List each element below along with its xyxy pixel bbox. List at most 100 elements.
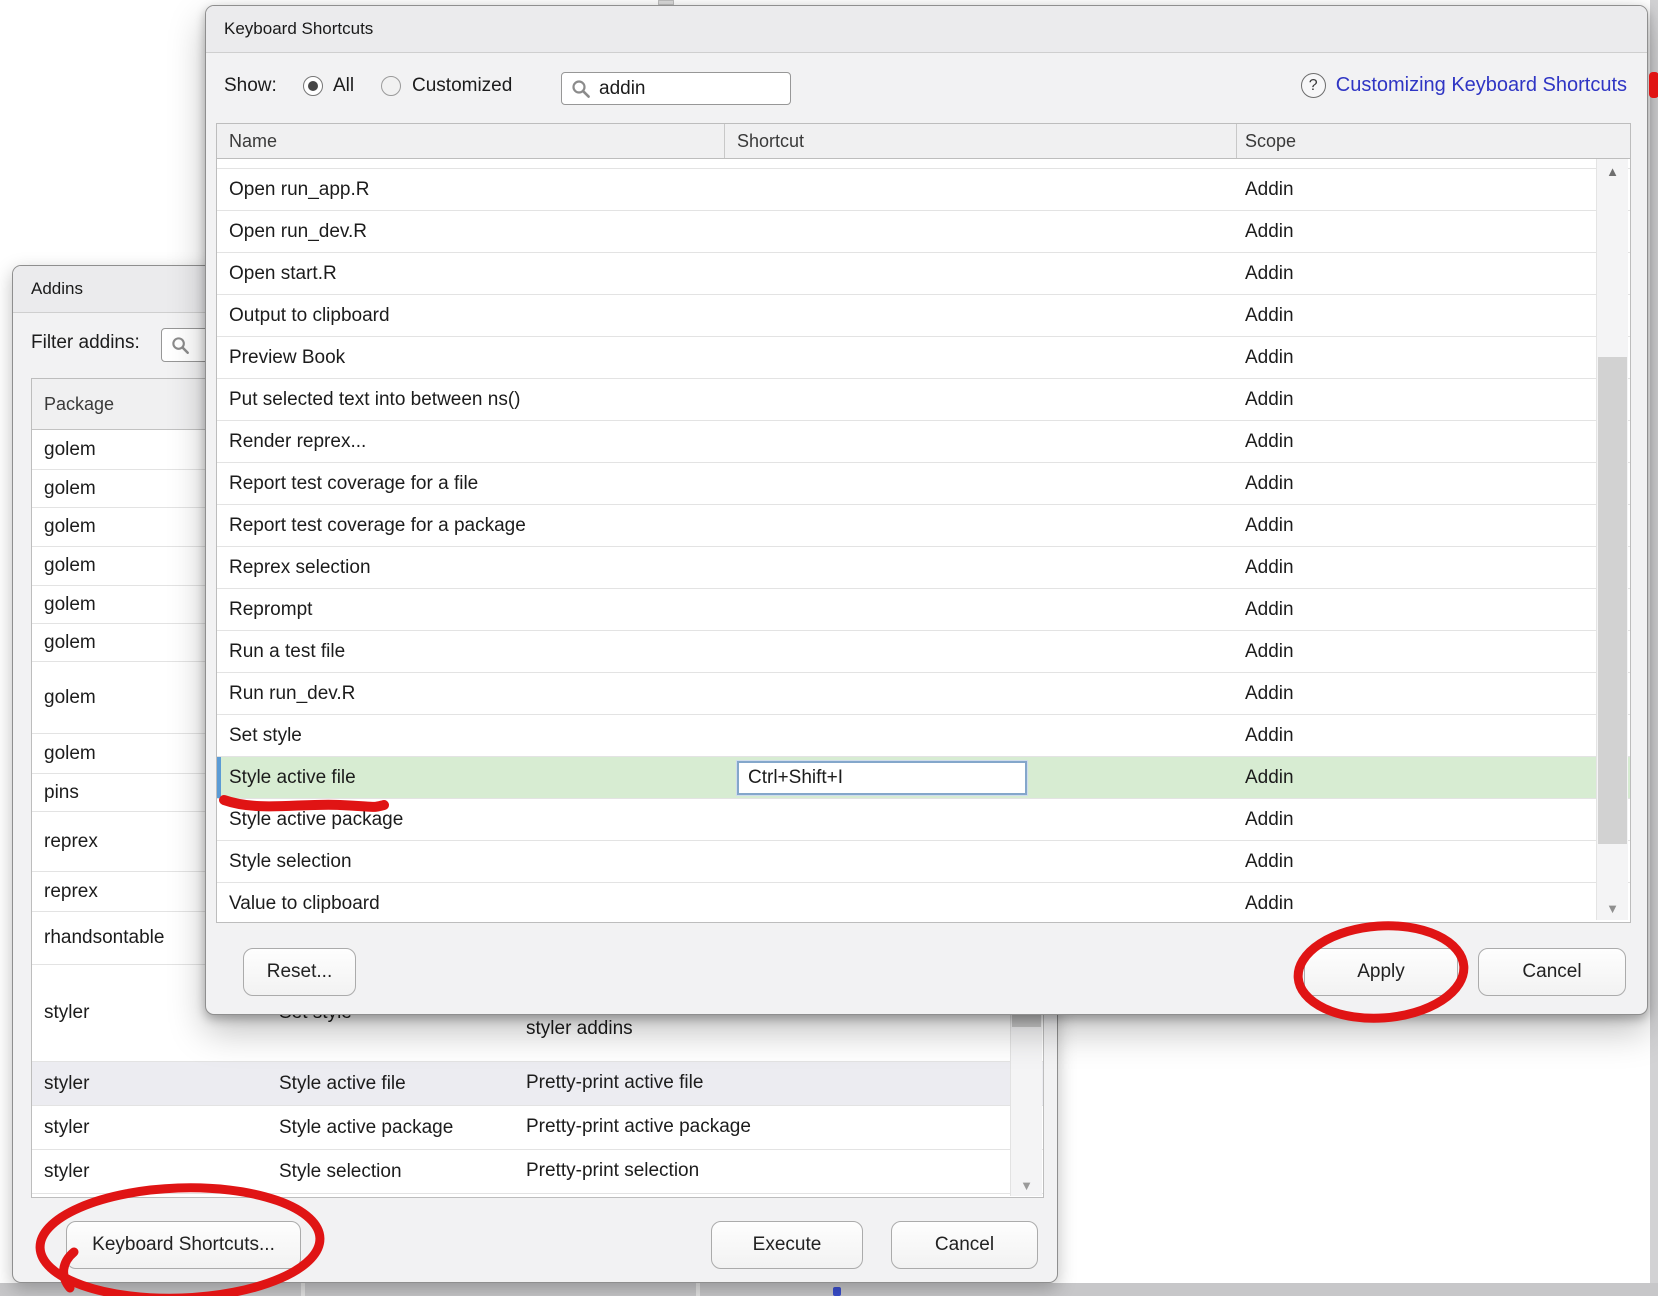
shortcuts-cancel-button-label: Cancel [1522,961,1581,983]
shortcut-row[interactable]: Preview Book Addin [217,337,1630,379]
shortcut-row-name: Style active package [217,809,725,831]
shortcut-row-scope: Addin [1237,725,1630,747]
shortcut-row-scope: Addin [1237,305,1630,327]
radio-show-customized[interactable] [381,76,401,96]
customizing-shortcuts-link[interactable]: Customizing Keyboard Shortcuts [1336,74,1627,97]
shortcut-row-scope: Addin [1237,557,1630,579]
shortcut-row[interactable]: Render reprex...Addin [217,421,1630,463]
shortcut-row[interactable]: Run run_dev.RAddin [217,673,1630,715]
addin-row-name: Style active file [267,1062,496,1105]
shortcut-row-name: Style active file [217,767,725,789]
shortcut-row[interactable]: Reprex selection Addin [217,547,1630,589]
name-column-header[interactable]: Name [217,124,725,158]
shortcut-row-name: Open run_dev.R [217,221,725,243]
shortcut-row-scope: Addin [1237,599,1630,621]
shortcut-row-name: Report test coverage for a file [217,473,725,495]
apply-button[interactable]: Apply [1304,948,1458,996]
shortcut-edit-input[interactable]: Ctrl+Shift+I [737,761,1027,795]
shortcut-row-scope: Addin [1237,389,1630,411]
background-divider [301,1283,305,1296]
shortcut-row[interactable]: Open run_dev.RAddin [217,211,1630,253]
show-label: Show: [224,75,277,97]
shortcut-row[interactable]: Run a test file Addin [217,631,1630,673]
shortcut-row-name: Put selected text into between ns() [217,389,725,411]
scroll-up-icon[interactable]: ▲ [1597,164,1628,179]
addins-cancel-button-label: Cancel [935,1234,994,1256]
addin-row-description: Pretty-print active package [496,1106,1043,1149]
shortcuts-cancel-button[interactable]: Cancel [1478,948,1626,996]
shortcut-row-scope: Addin [1237,641,1630,663]
shortcut-row[interactable]: Value to clipboard Addin [217,883,1630,923]
shortcut-row[interactable]: Set style Addin [217,715,1630,757]
reset-button[interactable]: Reset... [243,948,356,996]
reset-button-label: Reset... [267,961,332,983]
keyboard-shortcuts-button-label: Keyboard Shortcuts... [92,1234,275,1256]
background-blue-fragment [833,1287,841,1296]
shortcuts-dialog-titlebar[interactable]: Keyboard Shortcuts [206,6,1647,53]
addin-row[interactable]: stylerStyle active filePretty-print acti… [32,1062,1043,1106]
shortcut-row-name: Reprompt [217,599,725,621]
shortcut-row-scope: Addin [1237,347,1630,369]
shortcut-row[interactable]: Output to clipboardAddin [217,295,1630,337]
keyboard-shortcuts-dialog: Keyboard Shortcuts Show: All Customized … [205,5,1648,1015]
partially-scrolled-row [217,159,1630,169]
radio-show-all-label[interactable]: All [333,75,354,97]
shortcut-column-header[interactable]: Shortcut [725,124,1237,158]
addin-row[interactable]: stylerStyle active packagePretty-print a… [32,1106,1043,1150]
background-window-bottom [0,1283,1658,1296]
shortcut-row[interactable]: Report test coverage for a file Addin [217,463,1630,505]
shortcut-row-scope: Addin [1237,893,1630,915]
shortcut-row-scope: Addin [1237,473,1630,495]
scroll-down-icon[interactable]: ▼ [1597,901,1628,916]
shortcuts-table-body: Open run_app.RAddinOpen run_dev.RAddinOp… [217,169,1630,923]
addin-row-package: styler [32,1062,267,1105]
shortcut-row[interactable]: Style active package Addin [217,799,1630,841]
shortcut-row[interactable]: Style active fileCtrl+Shift+IAddin [217,757,1630,799]
keyboard-shortcuts-button[interactable]: Keyboard Shortcuts... [66,1221,301,1269]
scroll-down-icon[interactable]: ▼ [1011,1178,1042,1193]
shortcut-row-name: Preview Book [217,347,725,369]
shortcut-search-input[interactable]: addin [561,72,791,105]
shortcuts-scrollbar-thumb[interactable] [1598,357,1627,844]
shortcut-row-name: Run run_dev.R [217,683,725,705]
radio-show-all[interactable] [303,76,323,96]
shortcut-row-name: Set style [217,725,725,747]
addin-row[interactable]: stylerStyle selectionPretty-print select… [32,1150,1043,1194]
shortcut-row-scope: Addin [1237,263,1630,285]
shortcut-row-name: Reprex selection [217,557,725,579]
background-window-edge [1650,0,1658,1283]
shortcut-row-scope: Addin [1237,809,1630,831]
shortcut-row-binding: Ctrl+Shift+I [725,761,1237,795]
execute-button[interactable]: Execute [711,1221,863,1269]
addins-dialog-title: Addins [31,279,83,299]
scope-column-header[interactable]: Scope [1237,124,1630,158]
radio-show-customized-label[interactable]: Customized [412,75,512,97]
shortcut-row[interactable]: Open start.R Addin [217,253,1630,295]
addin-row-package: styler [32,1106,267,1149]
shortcut-row[interactable]: Put selected text into between ns() Addin [217,379,1630,421]
addin-row-name: Style active package [267,1106,496,1149]
shortcut-row[interactable]: Style selectionAddin [217,841,1630,883]
filter-addins-label: Filter addins: [31,332,140,354]
shortcut-search-value: addin [599,78,646,100]
shortcut-row-name: Open start.R [217,263,725,285]
shortcut-row-scope: Addin [1237,431,1630,453]
shortcut-row[interactable]: Open run_app.RAddin [217,169,1630,211]
shortcut-row-name: Value to clipboard [217,893,725,915]
shortcut-row-scope: Addin [1237,515,1630,537]
addins-cancel-button[interactable]: Cancel [891,1221,1038,1269]
shortcut-row[interactable]: Reprompt Addin [217,589,1630,631]
shortcuts-scrollbar[interactable]: ▲ ▼ [1596,159,1628,920]
help-icon[interactable]: ? [1301,73,1326,98]
shortcut-row-name: Run a test file [217,641,725,663]
shortcut-row[interactable]: Report test coverage for a package Addin [217,505,1630,547]
execute-button-label: Execute [753,1234,822,1256]
shortcuts-table: Name Shortcut Scope Open run_app.RAddinO… [216,123,1631,923]
help-area: ? Customizing Keyboard Shortcuts [1301,73,1627,98]
magnifier-icon [171,336,190,355]
magnifier-icon [571,79,591,99]
shortcut-row-name: Report test coverage for a package [217,515,725,537]
shortcuts-table-header: Name Shortcut Scope [217,124,1630,159]
background-divider [696,1283,700,1296]
shortcuts-dialog-title: Keyboard Shortcuts [224,19,373,39]
